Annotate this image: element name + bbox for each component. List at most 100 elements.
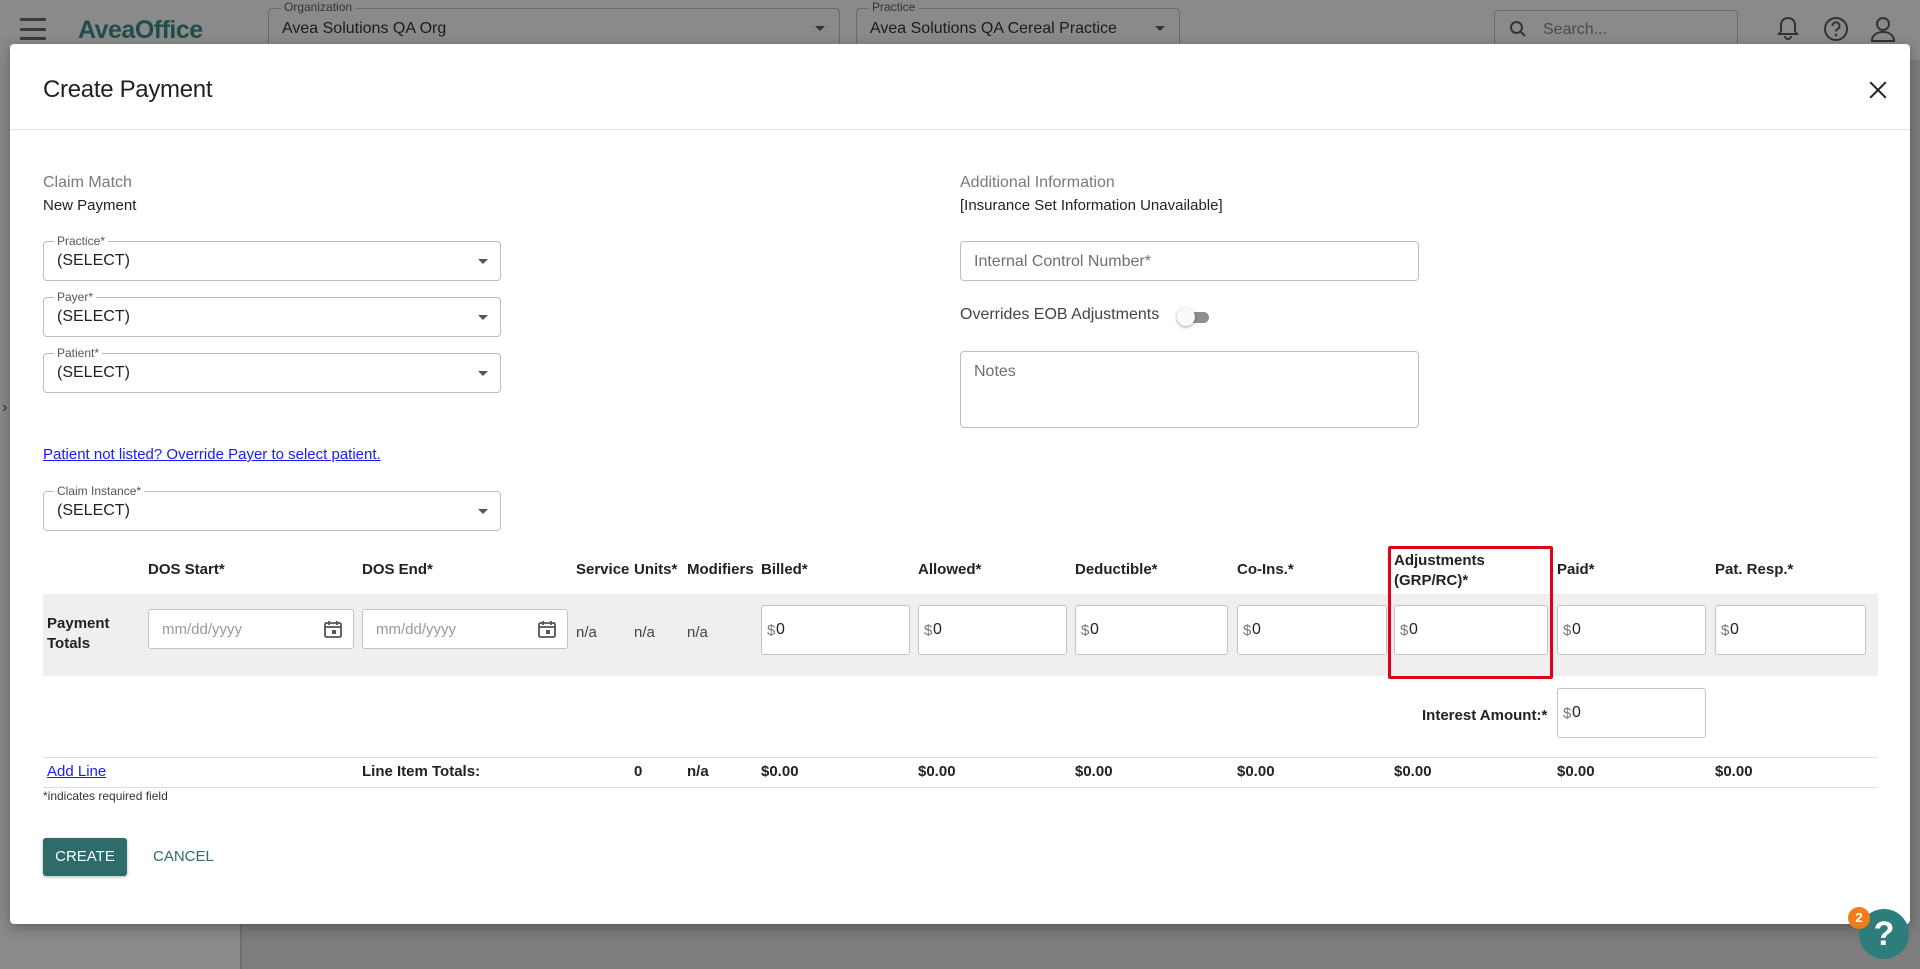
line-paid-total: $0.00 (1557, 763, 1595, 780)
patient-label: Patient* (54, 346, 103, 360)
currency-symbol: $ (1081, 622, 1090, 639)
line-allowed-total: $0.00 (918, 763, 956, 780)
notes-textarea[interactable]: Notes (960, 351, 1419, 428)
required-field-note: *indicates required field (43, 789, 168, 803)
col-allowed: Allowed* (918, 561, 982, 578)
chevron-right-icon[interactable]: › (2, 399, 7, 417)
account-icon[interactable] (1868, 14, 1898, 44)
deductible-value: 0 (1090, 621, 1099, 638)
col-modifiers: Modifiers (687, 561, 754, 578)
create-payment-dialog: Create Payment Claim Match New Payment P… (10, 44, 1910, 924)
menu-icon[interactable] (20, 18, 46, 40)
line-deductible-total: $0.00 (1075, 763, 1113, 780)
practice-value: (SELECT) (57, 252, 130, 269)
service-value: n/a (576, 624, 597, 641)
help-icon[interactable] (1821, 14, 1851, 44)
practice-value: Avea Solutions QA Cereal Practice (870, 20, 1117, 37)
create-button[interactable]: CREATE (43, 838, 127, 876)
override-payer-link[interactable]: Patient not listed? Override Payer to se… (43, 446, 381, 463)
organization-value: Avea Solutions QA Org (282, 20, 447, 37)
col-dos-end: DOS End* (362, 561, 433, 578)
dos-start-input[interactable]: mm/dd/yyyy (148, 609, 354, 649)
line-units-total: 0 (634, 763, 643, 780)
currency-symbol: $ (1721, 622, 1730, 639)
toggle-thumb (1177, 308, 1195, 326)
chevron-down-icon (1155, 26, 1165, 31)
col-units: Units* (634, 561, 678, 578)
claim-match-title: Claim Match (43, 174, 132, 191)
line-coins-total: $0.00 (1237, 763, 1275, 780)
col-adjustments: Adjustments (GRP/RC)* (1394, 551, 1485, 591)
close-icon[interactable] (1866, 78, 1890, 102)
chevron-down-icon (815, 26, 825, 31)
currency-symbol: $ (1563, 622, 1572, 639)
practice-label: Practice* (54, 234, 109, 248)
patient-select[interactable]: Patient* (SELECT) (43, 346, 501, 393)
claim-instance-value: (SELECT) (57, 502, 130, 519)
practice-label: Practice (869, 0, 919, 14)
organization-label: Organization (281, 0, 356, 14)
col-deductible: Deductible* (1075, 561, 1158, 578)
search-placeholder: Search... (1543, 21, 1608, 38)
adjustments-input[interactable]: $ 0 (1394, 605, 1548, 655)
units-value: n/a (634, 624, 655, 641)
icn-placeholder: Internal Control Number* (974, 253, 1151, 270)
modifiers-value: n/a (687, 624, 708, 641)
billed-input[interactable]: $ 0 (761, 605, 910, 655)
brand-logo: AveaOffice (78, 16, 203, 44)
currency-symbol: $ (1400, 622, 1409, 639)
chevron-down-icon (478, 315, 488, 320)
line-modifiers-total: n/a (687, 763, 709, 780)
claim-instance-label: Claim Instance* (54, 484, 145, 498)
line-item-totals-label: Line Item Totals: (362, 763, 481, 780)
bell-icon[interactable] (1773, 14, 1803, 44)
paid-input[interactable]: $ 0 (1557, 605, 1706, 655)
dos-start-placeholder: mm/dd/yyyy (162, 621, 243, 638)
payment-totals-label: Payment Totals (47, 614, 110, 654)
currency-symbol: $ (924, 622, 933, 639)
col-coins: Co-Ins.* (1237, 561, 1294, 578)
chevron-down-icon (478, 259, 488, 264)
interest-amount-input[interactable]: $ 0 (1557, 688, 1706, 738)
dialog-header: Create Payment (10, 44, 1910, 130)
currency-symbol: $ (1563, 705, 1572, 722)
interest-amount-label: Interest Amount:* (1422, 707, 1548, 724)
chevron-down-icon (478, 371, 488, 376)
overrides-eob-label: Overrides EOB Adjustments (960, 306, 1160, 323)
allowed-input[interactable]: $ 0 (918, 605, 1067, 655)
line-billed-total: $0.00 (761, 763, 799, 780)
add-line-link[interactable]: Add Line (47, 763, 106, 780)
notification-badge: 2 (1848, 907, 1870, 929)
pat-resp-input[interactable]: $ 0 (1715, 605, 1866, 655)
dos-end-input[interactable]: mm/dd/yyyy (362, 609, 568, 649)
calendar-icon[interactable] (537, 619, 557, 639)
line-pat-resp-total: $0.00 (1715, 763, 1753, 780)
practice-select[interactable]: Practice* (SELECT) (43, 234, 501, 281)
claim-instance-select[interactable]: Claim Instance* (SELECT) (43, 484, 501, 531)
internal-control-number-input[interactable]: Internal Control Number* (960, 241, 1419, 281)
paid-value: 0 (1572, 621, 1581, 638)
adjustments-value: 0 (1409, 621, 1418, 638)
deductible-input[interactable]: $ 0 (1075, 605, 1228, 655)
payer-label: Payer* (54, 290, 97, 304)
notes-placeholder: Notes (974, 363, 1016, 380)
currency-symbol: $ (1243, 622, 1252, 639)
dos-end-placeholder: mm/dd/yyyy (376, 621, 457, 638)
line-adjustments-total: $0.00 (1394, 763, 1432, 780)
dialog-title: Create Payment (43, 76, 213, 103)
divider (43, 787, 1878, 788)
coins-input[interactable]: $ 0 (1237, 605, 1387, 655)
practice-select[interactable]: Practice Avea Solutions QA Cereal Practi… (856, 0, 1180, 48)
col-adjustments-line1: Adjustments (1394, 552, 1485, 569)
calendar-icon[interactable] (323, 619, 343, 639)
payer-select[interactable]: Payer* (SELECT) (43, 290, 501, 337)
organization-select[interactable]: Organization Avea Solutions QA Org (268, 0, 840, 48)
col-pat-resp: Pat. Resp.* (1715, 561, 1794, 578)
col-paid: Paid* (1557, 561, 1595, 578)
currency-symbol: $ (767, 622, 776, 639)
cancel-button[interactable]: CANCEL (153, 838, 214, 876)
payment-totals-label-line1: Payment (47, 615, 110, 632)
overrides-eob-toggle[interactable] (1175, 307, 1215, 327)
patient-value: (SELECT) (57, 364, 130, 381)
global-search[interactable]: Search... (1494, 10, 1738, 48)
